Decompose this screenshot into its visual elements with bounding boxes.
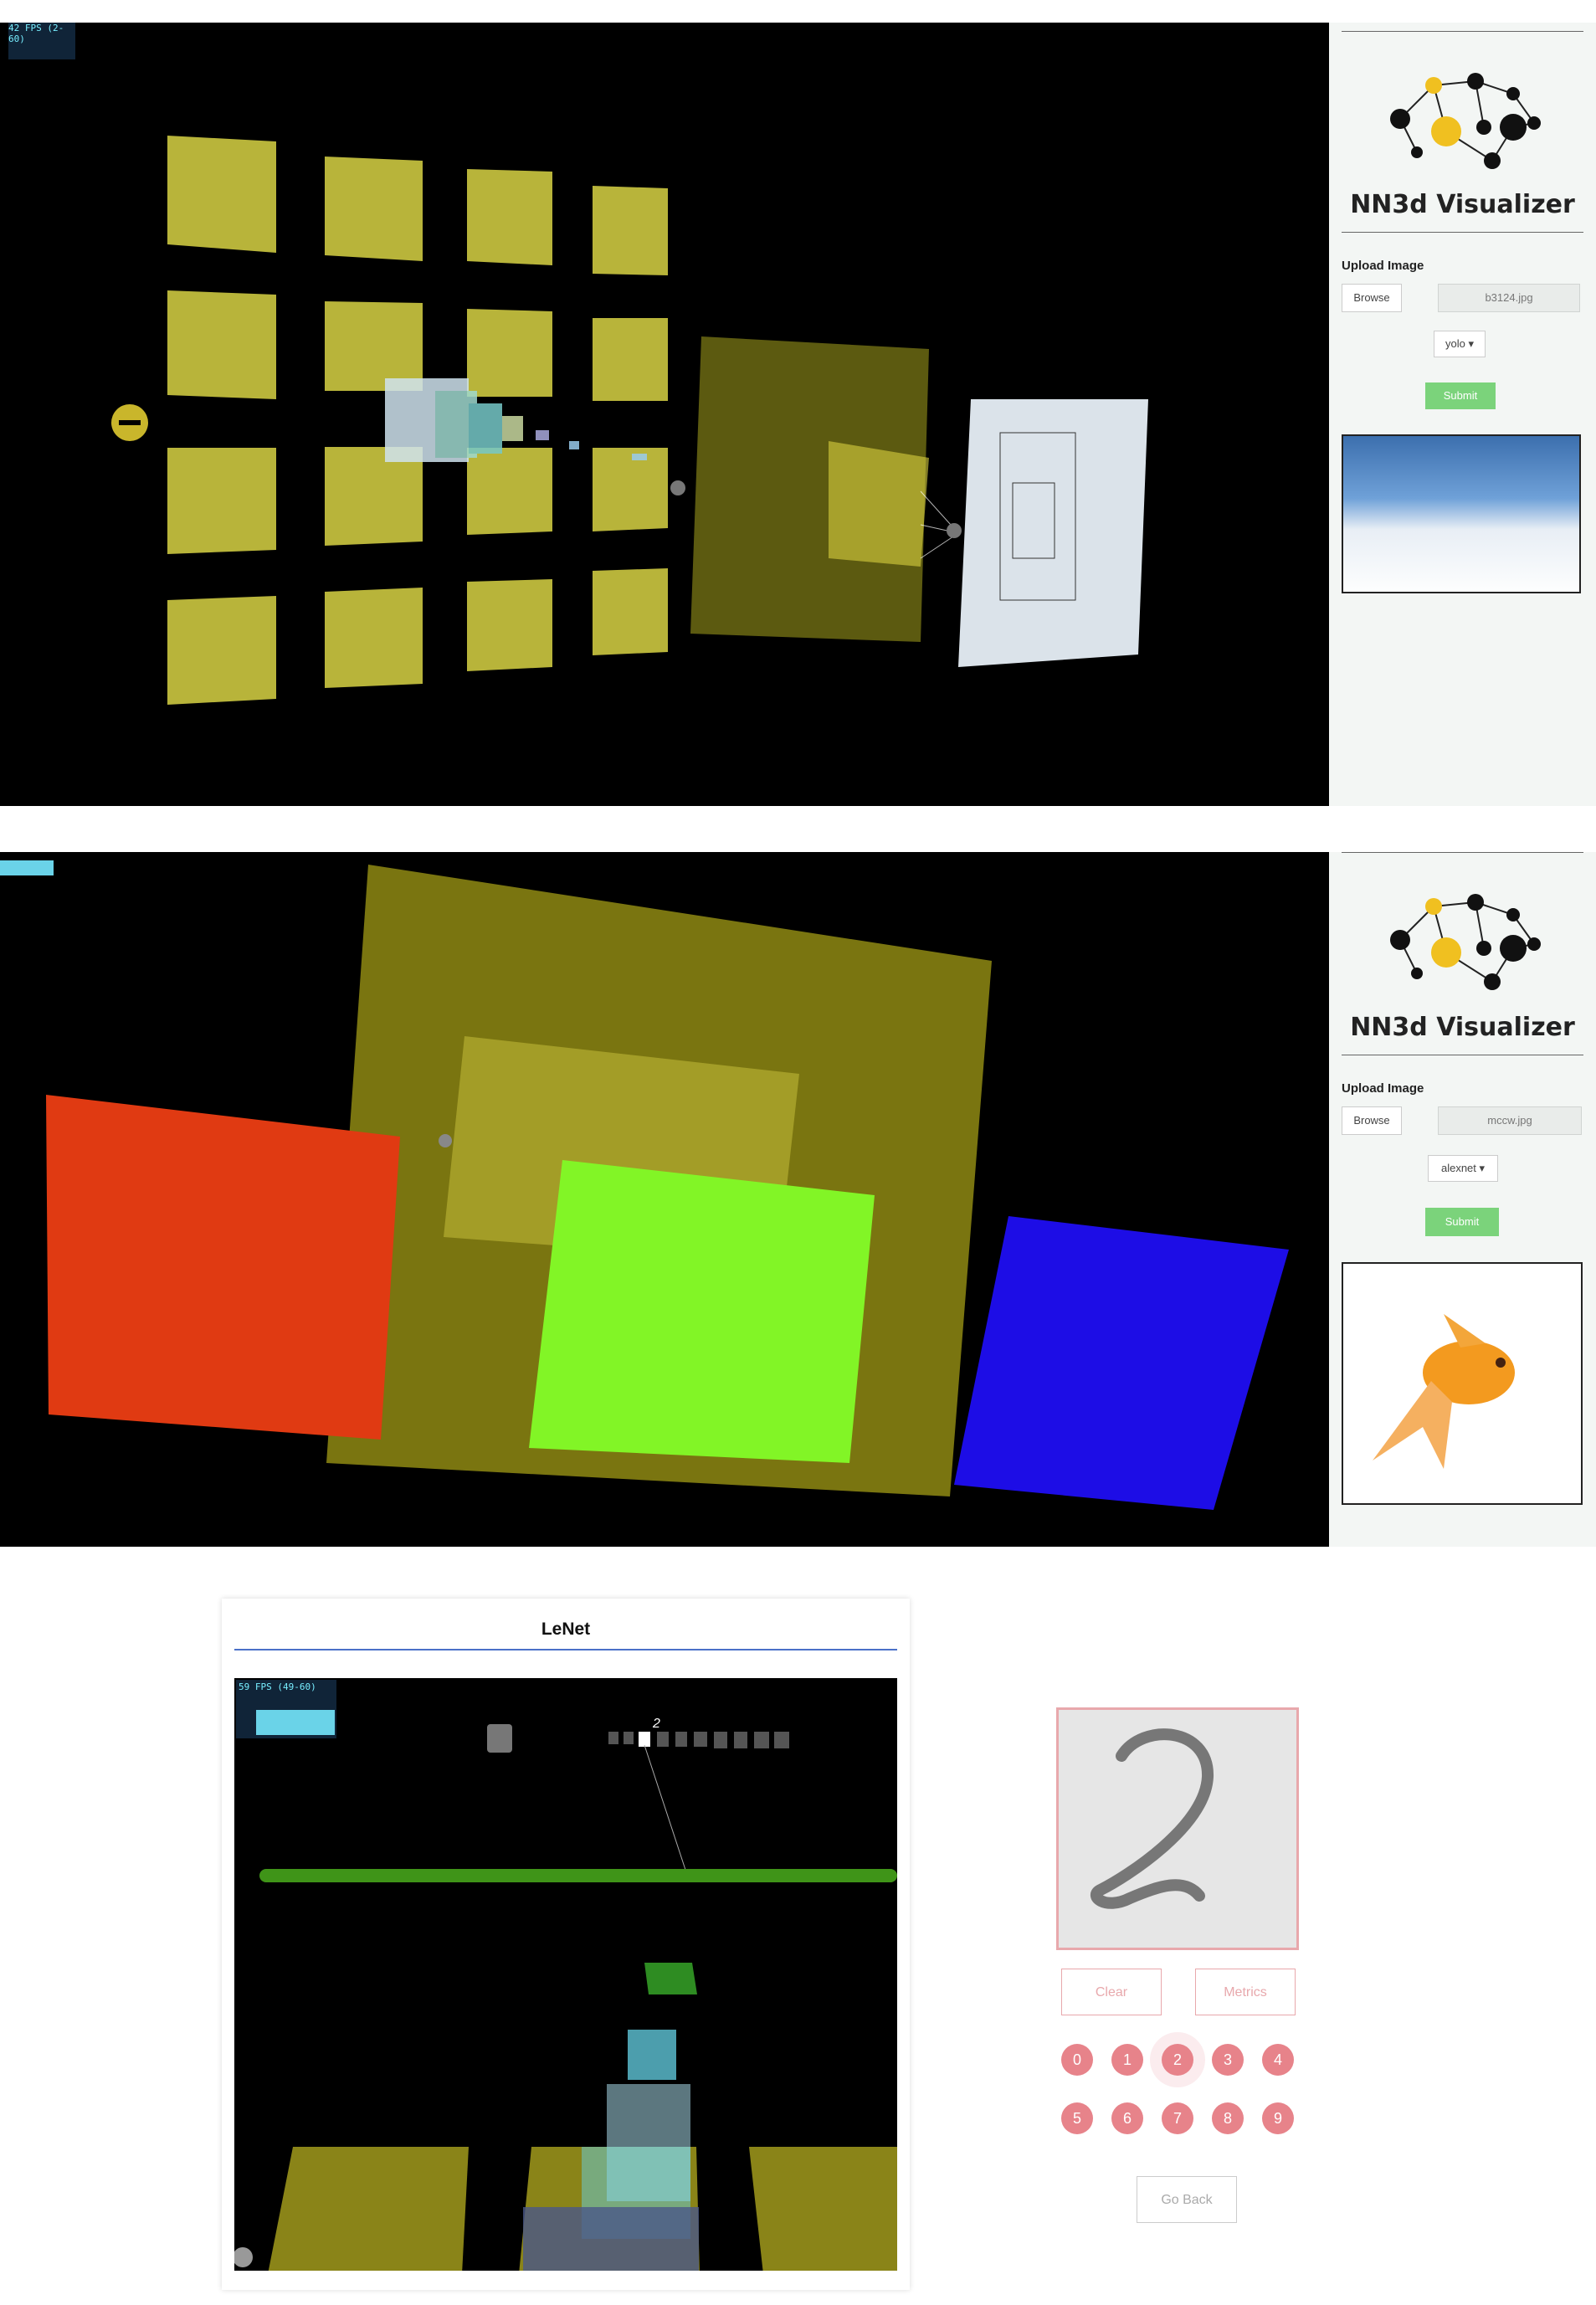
digit-button-9[interactable]: 9 [1262, 2102, 1294, 2134]
feature-map-right [749, 2147, 897, 2271]
model-dropdown[interactable]: alexnet ▾ [1428, 1155, 1498, 1182]
lenet-3d-viewport[interactable]: 59 FPS (49-60) 2 [234, 1678, 897, 2271]
uploaded-image-preview [1342, 434, 1581, 593]
digit-button-0[interactable]: 0 [1061, 2044, 1093, 2076]
app-title: NN3d Visualizer [1350, 1013, 1575, 1042]
feature-map-left [268, 2147, 469, 2271]
yolo-sidebar: NN3d Visualizer Upload Image Browse b312… [1329, 23, 1596, 806]
alexnet-3d-viewport[interactable] [0, 852, 1329, 1547]
model-value: alexnet [1440, 1162, 1476, 1174]
model-dropdown[interactable]: yolo ▾ [1434, 331, 1486, 357]
output-image [958, 399, 1148, 667]
digit-button-7[interactable]: 7 [1162, 2102, 1193, 2134]
drawn-digit [1090, 1728, 1214, 1909]
output-neurons [608, 1732, 789, 1748]
lenet-title: LeNet [541, 1620, 591, 1639]
digit-button-8[interactable]: 8 [1212, 2102, 1244, 2134]
nn3d-logo [1390, 894, 1541, 990]
yolo-network-scene [111, 136, 1148, 705]
upload-label: Upload Image [1342, 259, 1424, 273]
lenet-card: LeNet 59 FPS (49-60) 2 [222, 1599, 910, 2290]
submit-button[interactable]: Submit [1425, 1208, 1499, 1236]
green-channel [529, 1160, 875, 1463]
file-name-field[interactable]: b3124.jpg [1438, 284, 1580, 312]
browse-button[interactable]: Browse [1342, 1106, 1402, 1135]
submit-button[interactable]: Submit [1425, 382, 1496, 409]
alexnet-network-scene [46, 865, 1289, 1510]
browse-button[interactable]: Browse [1342, 284, 1402, 312]
metrics-button[interactable]: Metrics [1195, 1969, 1296, 2015]
digit-button-3[interactable]: 3 [1212, 2044, 1244, 2076]
digit-button-6[interactable]: 6 [1111, 2102, 1143, 2134]
alexnet-sidebar: NN3d Visualizer Upload Image Browse mccw… [1329, 852, 1596, 1547]
lenet-network-scene: 2 [234, 1717, 897, 2271]
clear-button[interactable]: Clear [1061, 1969, 1162, 2015]
uploaded-image-preview [1342, 1262, 1583, 1505]
red-channel [46, 1095, 400, 1440]
output-label: 2 [652, 1717, 660, 1731]
file-name-field[interactable]: mccw.jpg [1438, 1106, 1582, 1135]
digit-button-1[interactable]: 1 [1111, 2044, 1143, 2076]
goldfish-image [1373, 1314, 1515, 1469]
dense-layer [259, 1869, 897, 1882]
dense-grid [690, 336, 929, 642]
upload-label: Upload Image [1342, 1081, 1424, 1096]
app-title: NN3d Visualizer [1350, 190, 1575, 219]
yolo-3d-viewport[interactable]: 42 FPS (2-60) [0, 23, 1329, 806]
blue-channel [954, 1216, 1289, 1510]
nn3d-logo [1390, 73, 1541, 169]
digit-button-5[interactable]: 5 [1061, 2102, 1093, 2134]
digit-button-4[interactable]: 4 [1262, 2044, 1294, 2076]
digit-button-2[interactable]: 2 [1162, 2044, 1193, 2076]
drawing-canvas[interactable] [1056, 1707, 1299, 1950]
conv-block [644, 1963, 697, 1994]
bias-node [487, 1724, 512, 1753]
model-value: yolo [1445, 337, 1465, 350]
go-back-button[interactable]: Go Back [1137, 2176, 1237, 2223]
